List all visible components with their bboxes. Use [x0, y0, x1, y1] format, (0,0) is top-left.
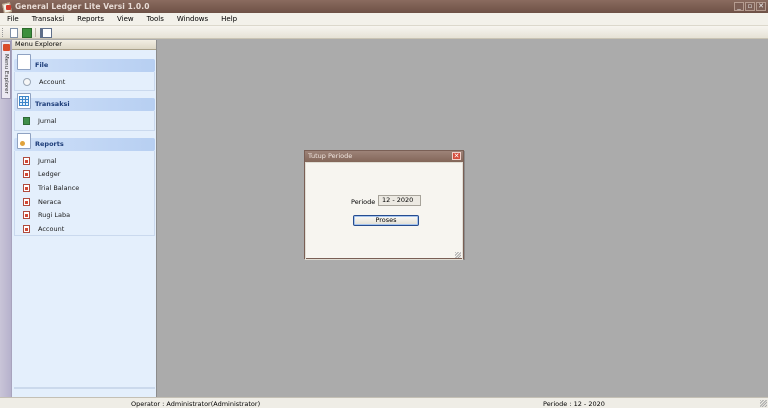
report-icon	[23, 156, 30, 165]
explorer-item-label: Ledger	[38, 170, 61, 179]
report-icon	[23, 211, 30, 220]
file-group-icon	[17, 54, 31, 70]
reports-group-icon	[17, 133, 31, 149]
explorer-item-report-jurnal[interactable]: Jurnal	[15, 154, 154, 168]
dialog-body: Periode 12 - 2020 Proses	[305, 162, 463, 260]
menu-view[interactable]: View	[110, 15, 140, 23]
status-periode: Periode : 12 - 2020	[543, 400, 605, 408]
minimize-button[interactable]: _	[734, 2, 744, 11]
menu-file[interactable]: File	[0, 15, 25, 23]
group-transaksi: Transaksi Jurnal	[14, 93, 155, 131]
report-icon	[23, 224, 30, 233]
explorer-item-label: Neraca	[38, 197, 62, 206]
close-button[interactable]: ✕	[756, 2, 766, 11]
group-file-header[interactable]: File	[14, 54, 155, 72]
explorer-item-label: Jurnal	[38, 156, 57, 165]
report-icon	[23, 197, 30, 206]
group-reports-header[interactable]: Reports	[14, 133, 155, 151]
app-icon[interactable]	[2, 2, 12, 12]
group-reports-title: Reports	[35, 140, 64, 148]
menu-reports[interactable]: Reports	[70, 15, 110, 23]
periode-label: Periode	[351, 198, 376, 206]
explorer-item-label: Trial Balance	[38, 183, 80, 192]
explorer-tab-icon	[3, 44, 10, 51]
explorer-item-label: Account	[39, 77, 66, 86]
tutup-periode-dialog: Tutup Periode ✕ Periode 12 - 2020 Proses	[304, 150, 464, 260]
periode-field[interactable]: 12 - 2020	[378, 195, 421, 206]
window-controls: _ ▫ ✕	[734, 2, 766, 11]
report-icon	[23, 183, 30, 192]
dialog-resize-grip[interactable]	[455, 252, 461, 258]
explorer-item-account[interactable]: Account	[15, 75, 154, 89]
restore-button[interactable]: ▫	[745, 2, 755, 11]
proses-button[interactable]: Proses	[353, 215, 419, 226]
window-resize-grip[interactable]	[760, 400, 767, 407]
group-transaksi-header[interactable]: Transaksi	[14, 93, 155, 111]
dialog-title-bar[interactable]: Tutup Periode ✕	[305, 151, 463, 162]
group-file-title: File	[35, 61, 49, 69]
toolbar-grip[interactable]	[2, 27, 5, 37]
group-transaksi-title: Transaksi	[35, 100, 70, 108]
explorer-item-report-ledger[interactable]: Ledger	[15, 168, 154, 182]
explorer-item-report-trial-balance[interactable]: Trial Balance	[15, 181, 154, 195]
group-transaksi-body: Jurnal	[14, 111, 155, 131]
menu-windows[interactable]: Windows	[170, 15, 214, 23]
explorer-item-label: Jurnal	[38, 116, 57, 125]
explorer-item-jurnal[interactable]: Jurnal	[15, 114, 154, 128]
menu-explorer-side-tab[interactable]: Menu Explorer	[1, 41, 11, 99]
report-icon	[23, 170, 30, 179]
toolbar	[0, 26, 768, 39]
menu-explorer-panel: Menu Explorer File Account Transaksi Jur…	[12, 40, 157, 397]
group-reports: Reports Jurnal Ledger Trial Balance Nera…	[14, 133, 155, 236]
explorer-item-label: Rugi Laba	[38, 211, 71, 220]
side-tab-label: Menu Explorer	[3, 54, 9, 94]
dialog-title: Tutup Periode	[308, 152, 353, 160]
side-tab-strip: Menu Explorer	[0, 40, 12, 397]
excel-icon[interactable]	[21, 27, 32, 38]
transaksi-group-icon	[17, 93, 31, 109]
explorer-item-report-rugi-laba[interactable]: Rugi Laba	[15, 208, 154, 222]
jurnal-icon	[23, 116, 30, 125]
title-bar: General Ledger Lite Versi 1.0.0 _ ▫ ✕	[0, 0, 768, 13]
menu-tools[interactable]: Tools	[140, 15, 170, 23]
status-operator: Operator : Administrator(Administrator)	[131, 400, 261, 408]
explorer-footer-divider	[14, 387, 155, 389]
explorer-item-report-neraca[interactable]: Neraca	[15, 195, 154, 209]
group-file: File Account	[14, 54, 155, 91]
account-icon	[23, 77, 31, 86]
dialog-close-icon[interactable]: ✕	[452, 152, 461, 160]
toolbar-separator	[35, 27, 36, 37]
menu-transaksi[interactable]: Transaksi	[25, 15, 70, 23]
explorer-item-label: Account	[38, 224, 65, 233]
status-bar: Operator : Administrator(Administrator) …	[0, 397, 768, 408]
window-layout-icon[interactable]	[39, 27, 52, 38]
explorer-header: Menu Explorer	[12, 40, 156, 50]
menu-bar: File Transaksi Reports View Tools Window…	[0, 13, 768, 26]
group-reports-body: Jurnal Ledger Trial Balance Neraca Rugi …	[14, 151, 155, 236]
new-document-icon[interactable]	[8, 27, 18, 38]
window-title: General Ledger Lite Versi 1.0.0	[15, 2, 150, 11]
menu-help[interactable]: Help	[214, 15, 243, 23]
explorer-item-report-account[interactable]: Account	[15, 222, 154, 236]
group-file-body: Account	[14, 72, 155, 91]
